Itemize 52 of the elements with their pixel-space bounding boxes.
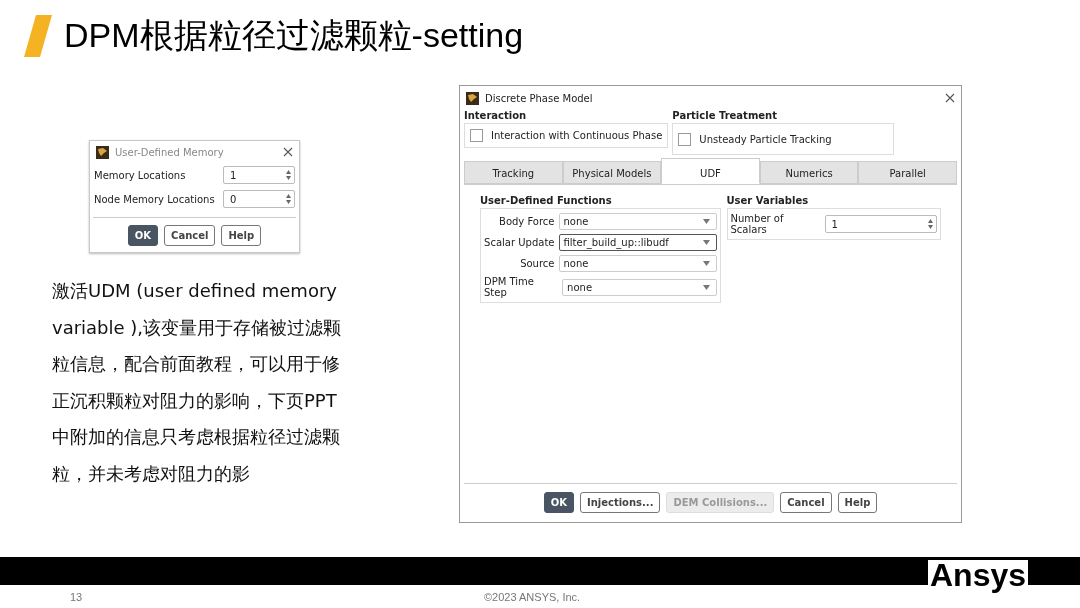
tab[interactable]: UDF xyxy=(661,158,760,184)
dialog-button[interactable]: Cancel xyxy=(164,225,216,246)
caret-icon xyxy=(702,240,710,245)
caret-icon xyxy=(702,284,710,290)
dialog-button[interactable]: OK xyxy=(543,492,574,513)
checkbox[interactable] xyxy=(678,132,692,146)
tab[interactable]: Tracking xyxy=(464,161,563,184)
group-heading: User-Defined Functions xyxy=(480,195,613,206)
caret-icon xyxy=(702,219,710,224)
caret-icon xyxy=(702,261,710,266)
close-icon[interactable] xyxy=(283,147,293,157)
field-label: Memory Locations xyxy=(94,169,186,181)
dropdown[interactable]: none xyxy=(558,255,717,272)
field-label: Body Force xyxy=(499,216,555,227)
tab[interactable]: Numerics xyxy=(759,161,859,184)
checkbox[interactable] xyxy=(470,129,483,142)
app-icon xyxy=(96,145,109,159)
dialog-button[interactable]: Help xyxy=(837,492,878,513)
description-text: 激活UDM (user defined memory variable ),该变量用于存储被过滤颗粒信息，配合前面教程，可以用于修正沉积颗粒对阻力的影响，下页PPT中附加的信息只考虑根据粒径过滤颗粒，并未考虑对阻力的影 xyxy=(52,279,343,486)
dropdown[interactable]: none xyxy=(562,278,717,296)
number-field[interactable]: 1 xyxy=(824,215,937,233)
slash-mark xyxy=(24,15,52,57)
copyright-text: ©2023 ANSYS, Inc. xyxy=(484,590,581,603)
group-heading: User Variables xyxy=(726,195,810,206)
tab[interactable]: Physical Models xyxy=(562,161,662,184)
field-label: Source xyxy=(520,258,555,269)
dialog-button[interactable]: Help xyxy=(221,225,262,246)
app-icon xyxy=(466,91,479,105)
field-label: DPM Time Step xyxy=(484,276,535,298)
dialog-title: Discrete Phase Model xyxy=(485,92,594,104)
group-heading: Interaction xyxy=(464,110,528,121)
number-field[interactable]: 1 xyxy=(223,166,295,184)
spinner-arrows-icon xyxy=(927,218,934,230)
field-label: Scalar Update xyxy=(484,237,555,248)
field-label: Number of Scalars xyxy=(730,213,785,235)
dialog-button[interactable]: Injections... xyxy=(579,492,661,513)
checkbox-label: Interaction with Continuous Phase xyxy=(491,130,663,141)
dialog-title: User-Defined Memory xyxy=(115,146,225,158)
spinner-arrows-icon xyxy=(285,193,292,205)
spinner-arrows-icon xyxy=(285,169,292,181)
number-field[interactable]: 0 xyxy=(223,190,295,208)
close-icon[interactable] xyxy=(945,93,955,103)
checkbox-label: Unsteady Particle Tracking xyxy=(699,133,832,145)
page-number: 13 xyxy=(69,590,84,603)
dropdown[interactable]: filter_build_up::libudf xyxy=(558,234,717,251)
tab[interactable]: Parallel xyxy=(858,161,957,184)
dropdown[interactable]: none xyxy=(558,213,717,230)
dialog-button[interactable]: Cancel xyxy=(780,492,832,513)
dialog-button[interactable]: OK xyxy=(127,225,159,246)
slide-title: DPM根据粒径过滤颗粒-setting xyxy=(64,15,524,56)
field-label: Node Memory Locations xyxy=(94,193,215,205)
group-heading: Particle Treatment xyxy=(672,110,778,121)
